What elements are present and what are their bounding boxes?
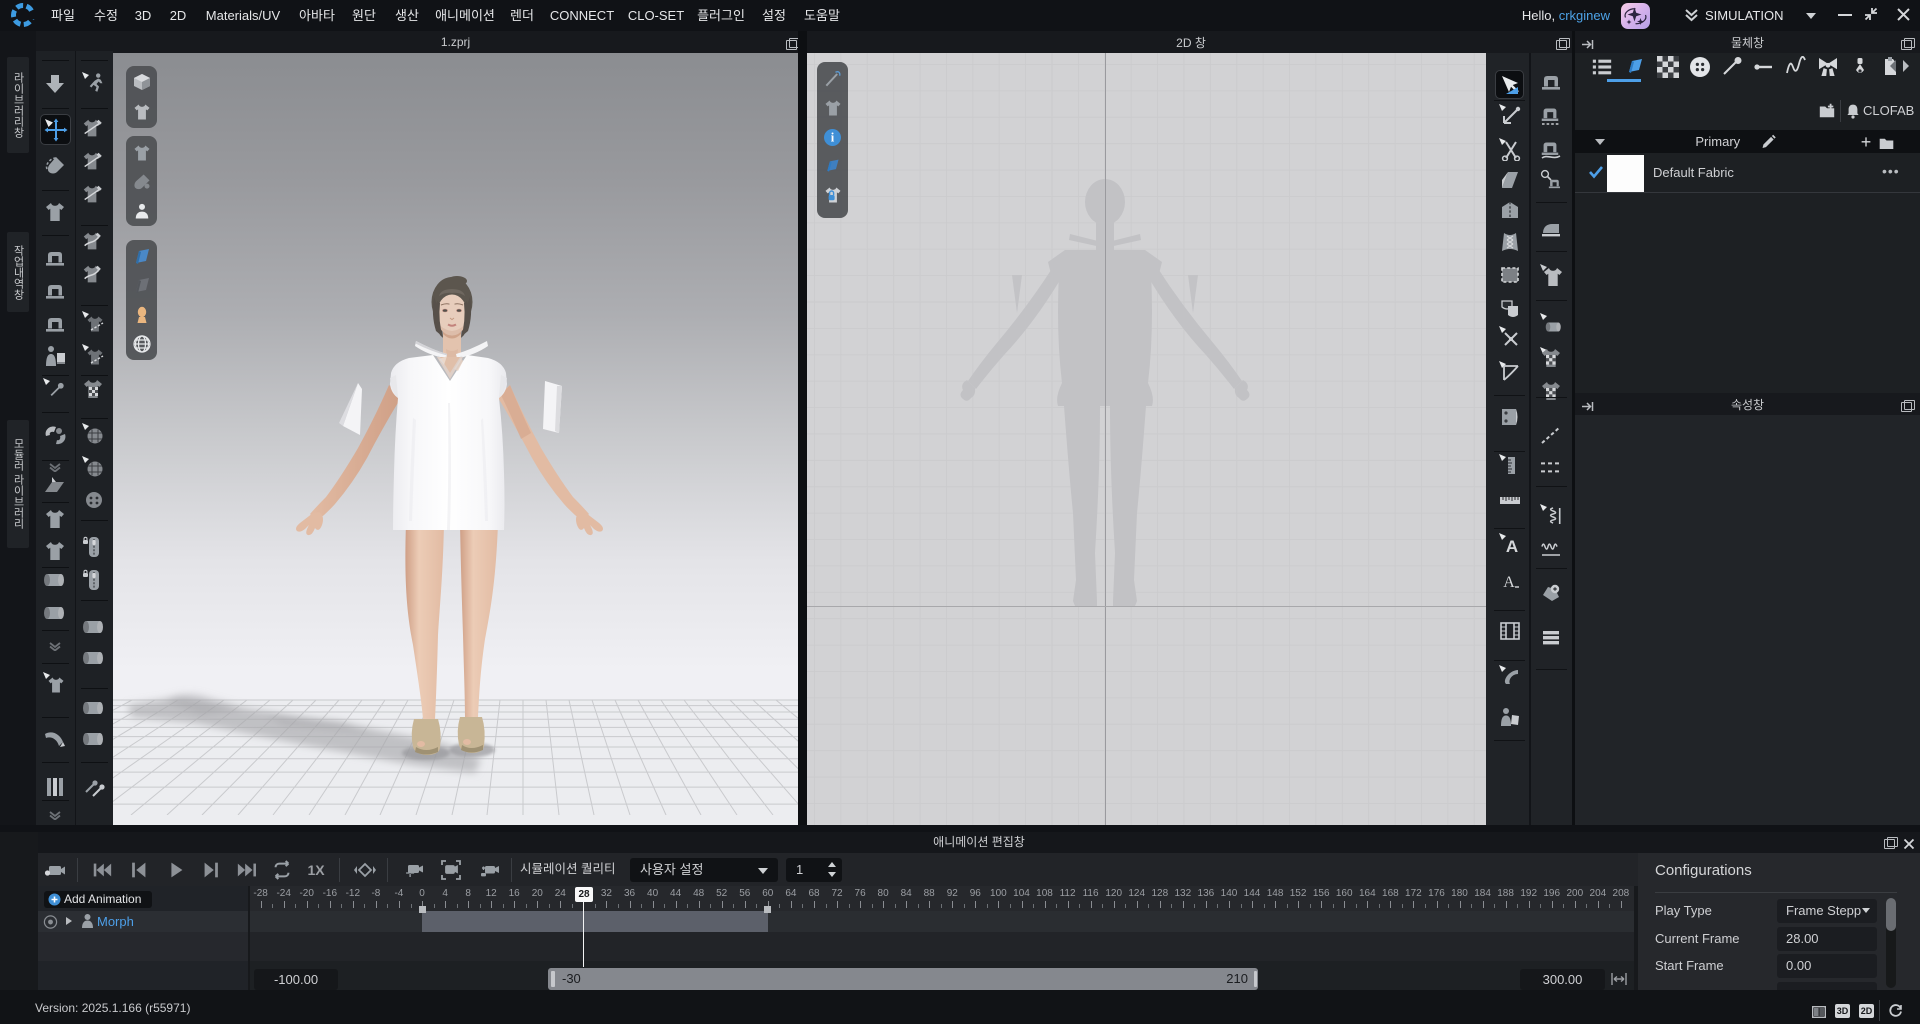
- svg-text:✛: ✛: [406, 868, 415, 880]
- svg-text:A: A: [1505, 537, 1517, 556]
- svg-text:i: i: [831, 130, 835, 144]
- svg-text:A: A: [1503, 574, 1515, 591]
